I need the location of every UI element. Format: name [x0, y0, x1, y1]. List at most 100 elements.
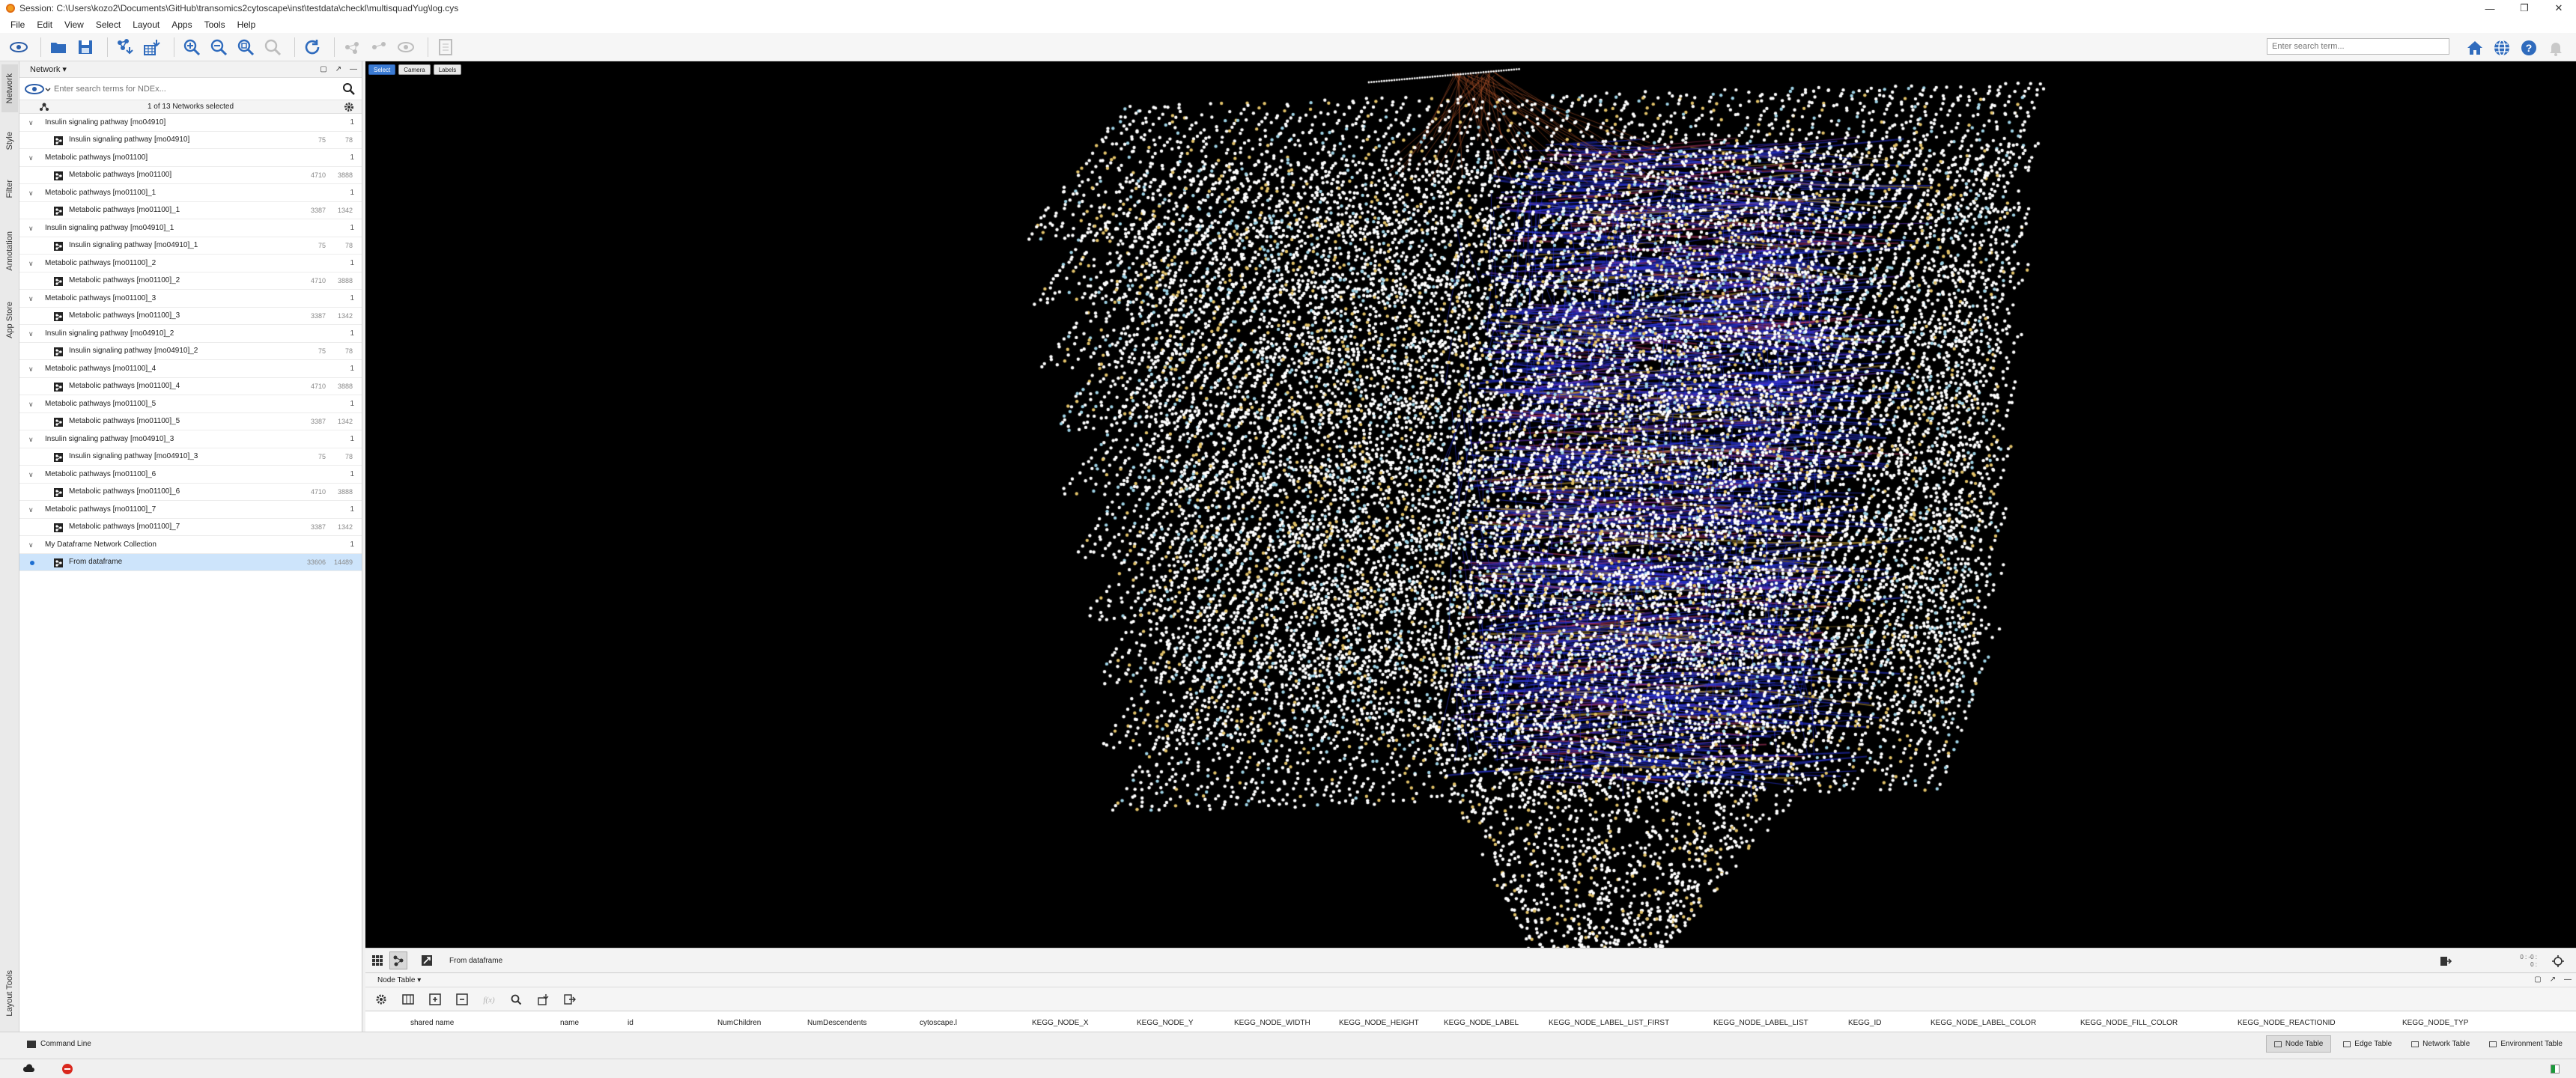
collection-row[interactable]: ∨ Metabolic pathways [mo01100]_7 1	[19, 501, 362, 519]
chevron-down-icon[interactable]: ∨	[28, 541, 34, 549]
menu-layout[interactable]: Layout	[127, 19, 165, 30]
tab-network-table[interactable]: Network Table	[2404, 1035, 2477, 1053]
tab-annotation[interactable]: Annotation	[1, 217, 18, 284]
table-search-icon[interactable]	[505, 990, 527, 1009]
grid-view-icon[interactable]	[368, 951, 386, 969]
column-header[interactable]: cytoscape.l	[920, 1019, 957, 1027]
column-header[interactable]: shared name	[410, 1019, 454, 1027]
collection-row[interactable]: ∨ Insulin signaling pathway [mo04910] 1	[19, 114, 362, 132]
chevron-down-icon[interactable]: ∨	[28, 119, 34, 127]
minimize-icon[interactable]: —	[2473, 0, 2507, 16]
export-view-icon[interactable]	[2437, 952, 2455, 970]
network-panel-dropdown[interactable]: Network ▾	[30, 64, 67, 74]
network-row[interactable]: From dataframe 33606 14489	[19, 553, 362, 571]
tab-node-table[interactable]: Node Table	[2265, 1035, 2332, 1053]
float-table-icon[interactable]: ▢	[2533, 975, 2543, 984]
tab-edge-table[interactable]: Edge Table	[2336, 1035, 2399, 1053]
menu-apps[interactable]: Apps	[165, 19, 198, 30]
collection-row[interactable]: ∨ Insulin signaling pathway [mo04910]_3 1	[19, 430, 362, 448]
column-header[interactable]: KEGG_NODE_LABEL	[1444, 1019, 1519, 1027]
camera-mode-button[interactable]: Camera	[398, 64, 431, 75]
create-column-icon[interactable]	[424, 990, 446, 1009]
network-row[interactable]: Metabolic pathways [mo01100]_5 3387 1342	[19, 413, 362, 430]
refresh-icon[interactable]	[301, 36, 323, 58]
tab-app-store[interactable]: App Store	[1, 289, 18, 350]
collection-row[interactable]: ∨ Metabolic pathways [mo01100]_6 1	[19, 466, 362, 484]
tab-network[interactable]: Network	[1, 64, 18, 112]
collection-row[interactable]: ∨ Insulin signaling pathway [mo04910]_2 1	[19, 325, 362, 343]
network-row[interactable]: Metabolic pathways [mo01100]_3 3387 1342	[19, 308, 362, 325]
network-view-canvas[interactable]: Select Camera Labels	[365, 61, 2576, 948]
zoom-fit-icon[interactable]	[234, 36, 257, 58]
import-table-data-icon[interactable]	[532, 990, 554, 1009]
column-header[interactable]: KEGG_NODE_LABEL_LIST_FIRST	[1549, 1019, 1669, 1027]
pin-table-icon[interactable]: ↗	[2548, 975, 2558, 984]
network-row[interactable]: Insulin signaling pathway [mo04910]_3 75 7…	[19, 448, 362, 466]
show-all-icon[interactable]	[368, 36, 390, 58]
zoom-out-icon[interactable]	[207, 36, 230, 58]
chevron-down-icon[interactable]: ∨	[28, 225, 34, 233]
import-network-icon[interactable]	[114, 36, 136, 58]
network-row[interactable]: Insulin signaling pathway [mo04910]_1 75 7…	[19, 237, 362, 255]
delete-column-icon[interactable]	[451, 990, 473, 1009]
column-header[interactable]: KEGG_ID	[1848, 1019, 1881, 1027]
table-type-dropdown[interactable]: Node Table ▾	[377, 976, 421, 984]
table-settings-gear-icon[interactable]	[370, 990, 392, 1009]
network-view-icon[interactable]	[389, 951, 407, 969]
memory-status-icon[interactable]	[2551, 1065, 2560, 1074]
network-row[interactable]: Metabolic pathways [mo01100]_1 3387 1342	[19, 202, 362, 219]
menu-help[interactable]: Help	[231, 19, 262, 30]
import-table-icon[interactable]	[141, 36, 163, 58]
function-builder-icon[interactable]: f(x)	[478, 990, 500, 1009]
toolbar-search-input[interactable]	[2272, 42, 2449, 51]
collection-row[interactable]: ∨ Metabolic pathways [mo01100]_2 1	[19, 255, 362, 272]
menu-select[interactable]: Select	[90, 19, 127, 30]
zoom-in-icon[interactable]	[180, 36, 203, 58]
chevron-down-icon[interactable]: ∨	[28, 260, 34, 268]
column-header[interactable]: KEGG_NODE_HEIGHT	[1339, 1019, 1419, 1027]
menu-edit[interactable]: Edit	[31, 19, 58, 30]
column-header[interactable]: KEGG_NODE_LABEL_COLOR	[1931, 1019, 2036, 1027]
tab-filter[interactable]: Filter	[1, 169, 18, 208]
hide-selected-icon[interactable]	[341, 36, 363, 58]
column-header[interactable]: KEGG_NODE_REACTIONID	[2238, 1019, 2336, 1027]
column-header[interactable]: KEGG_NODE_TYP	[2402, 1019, 2468, 1027]
column-header[interactable]: KEGG_NODE_LABEL_LIST	[1713, 1019, 1808, 1027]
chevron-down-icon[interactable]: ∨	[28, 436, 34, 444]
navigator-icon[interactable]	[2549, 952, 2567, 970]
pin-icon[interactable]: ↗	[333, 65, 344, 74]
ndex-icon[interactable]	[7, 36, 30, 58]
ndex-search-input[interactable]	[54, 84, 323, 94]
network-row[interactable]: Metabolic pathways [mo01100]_6 4710 3888	[19, 484, 362, 501]
network-row[interactable]: Metabolic pathways [mo01100]_4 4710 3888	[19, 378, 362, 395]
gear-icon[interactable]	[344, 102, 354, 112]
collection-row[interactable]: ∨ Metabolic pathways [mo01100] 1	[19, 149, 362, 167]
chevron-down-icon[interactable]: ∨	[28, 506, 34, 514]
new-document-icon[interactable]	[434, 36, 457, 58]
chevron-down-icon[interactable]: ∨	[28, 154, 34, 162]
chevron-down-icon[interactable]: ∨	[28, 471, 34, 479]
chevron-down-icon[interactable]: ∨	[28, 330, 34, 338]
network-row[interactable]: Metabolic pathways [mo01100] 4710 3888	[19, 167, 362, 184]
save-icon[interactable]	[74, 36, 97, 58]
chevron-down-icon[interactable]: ∨	[28, 189, 34, 198]
network-row[interactable]: Insulin signaling pathway [mo04910]_2 75 7…	[19, 343, 362, 360]
help-icon[interactable]: ?	[2518, 37, 2540, 59]
search-icon[interactable]	[342, 82, 356, 96]
export-table-icon[interactable]	[559, 990, 581, 1009]
network-row[interactable]: Insulin signaling pathway [mo04910] 75 78	[19, 132, 362, 149]
show-columns-icon[interactable]	[397, 990, 419, 1009]
error-icon[interactable]	[61, 1063, 73, 1075]
network-tree-icon[interactable]	[39, 102, 49, 112]
chevron-down-icon[interactable]: ∨	[28, 401, 34, 409]
ndex-logo-icon[interactable]	[24, 82, 54, 97]
eye-icon[interactable]	[395, 36, 417, 58]
restore-icon[interactable]: ❐	[2507, 0, 2542, 16]
minimize-table-icon[interactable]: —	[2563, 975, 2573, 984]
open-folder-icon[interactable]	[47, 36, 70, 58]
detach-view-icon[interactable]	[418, 951, 436, 969]
zoom-selected-icon[interactable]	[261, 36, 284, 58]
column-header[interactable]: KEGG_NODE_WIDTH	[1234, 1019, 1310, 1027]
close-icon[interactable]: ✕	[2542, 0, 2576, 16]
network-row[interactable]: Metabolic pathways [mo01100]_7 3387 1342	[19, 519, 362, 536]
